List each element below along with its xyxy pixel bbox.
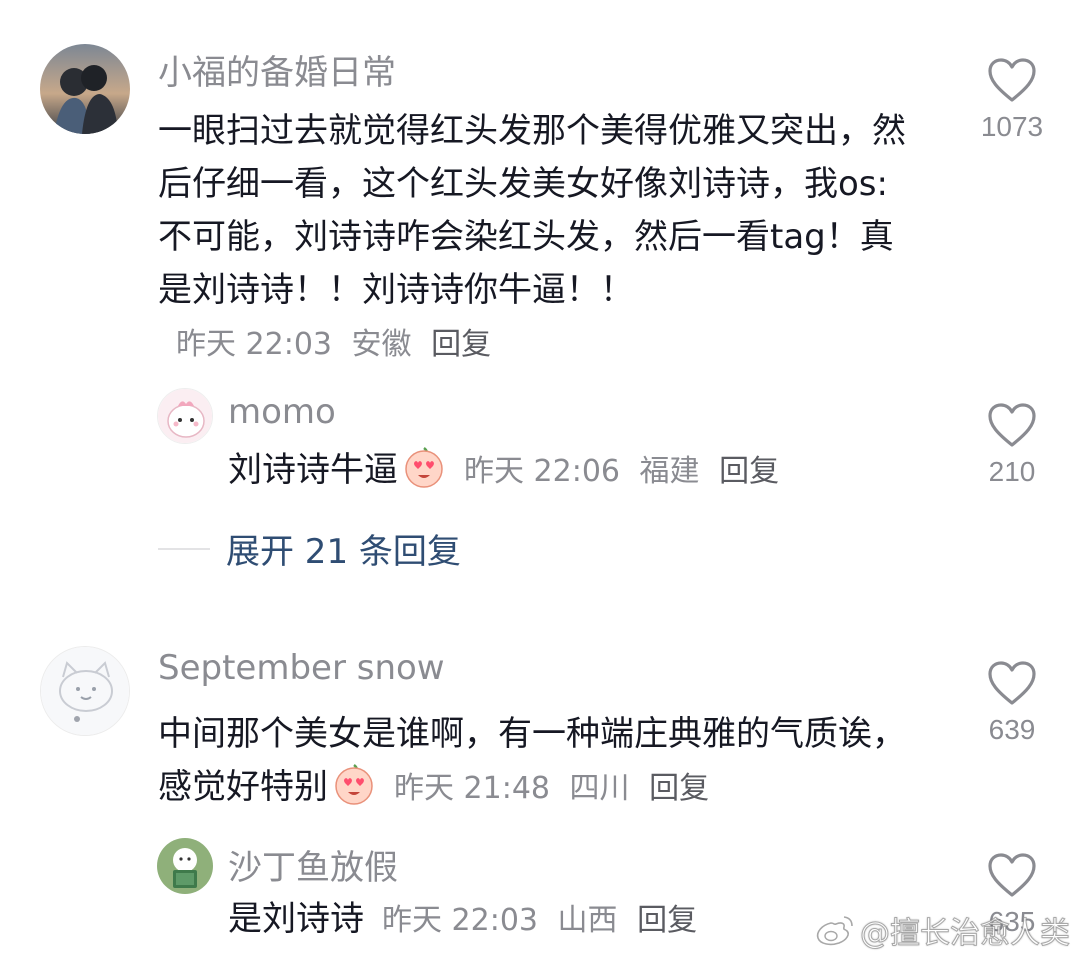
reply-time: 昨天 22:06 xyxy=(464,454,620,489)
avatar[interactable] xyxy=(157,838,213,894)
comment-username[interactable]: 小福的备婚日常 xyxy=(158,45,396,94)
expand-replies-label[interactable]: 展开 21 条回复 xyxy=(226,524,461,573)
comment-meta: 昨天 22:03 安徽 回复 xyxy=(176,327,491,362)
comment-location: 安徽 xyxy=(351,327,412,362)
watermark: @擅长治愈人类 xyxy=(814,908,1071,952)
like-button[interactable]: 639 xyxy=(957,660,1067,746)
heart-outline-icon xyxy=(988,661,1036,705)
like-button[interactable]: 1073 xyxy=(957,57,1067,143)
reply-meta: 昨天 22:06 福建 回复 xyxy=(464,454,779,489)
heart-eyes-emoji xyxy=(332,762,376,806)
reply-button[interactable]: 回复 xyxy=(637,903,697,938)
comment-location: 四川 xyxy=(569,771,630,806)
comment-time: 昨天 22:03 xyxy=(176,327,332,362)
reply-button[interactable]: 回复 xyxy=(649,771,709,806)
reply-time: 昨天 22:03 xyxy=(382,903,538,938)
comment-time: 昨天 21:48 xyxy=(394,771,550,806)
reply-button[interactable]: 回复 xyxy=(719,454,779,489)
reply-body: 是刘诗诗 昨天 22:03 山西 回复 xyxy=(228,893,848,947)
reply-meta: 昨天 22:03 山西 回复 xyxy=(382,903,697,938)
expand-replies-button[interactable]: 展开 21 条回复 xyxy=(158,524,461,573)
like-count: 210 xyxy=(988,456,1036,487)
like-count: 1073 xyxy=(980,111,1044,142)
heart-outline-icon xyxy=(988,853,1036,897)
reply-text: 是刘诗诗 xyxy=(228,899,364,939)
like-count: 639 xyxy=(988,714,1036,745)
reply-text: 刘诗诗牛逼 xyxy=(228,450,398,490)
heart-outline-icon xyxy=(988,403,1036,447)
reply-username[interactable]: momo xyxy=(228,392,336,432)
divider xyxy=(158,547,210,550)
comment-meta: 昨天 21:48 四川 回复 xyxy=(394,771,709,806)
comment-username[interactable]: September snow xyxy=(158,648,445,688)
heart-outline-icon xyxy=(988,58,1036,102)
reply-location: 福建 xyxy=(639,454,700,489)
comment-body: 中间那个美女是谁啊，有一种端庄典雅的气质诶，感觉好特别 昨天 21:48 四川 … xyxy=(158,708,918,815)
like-button[interactable]: 210 xyxy=(957,402,1067,488)
reply-body: 刘诗诗牛逼 昨天 22:06 福建 回复 xyxy=(228,444,928,498)
reply-location: 山西 xyxy=(557,903,618,938)
reply-username[interactable]: 沙丁鱼放假 xyxy=(228,840,398,889)
reply-button[interactable]: 回复 xyxy=(431,327,491,362)
weibo-logo-icon xyxy=(816,916,853,946)
avatar[interactable] xyxy=(40,44,130,134)
comment-body: 一眼扫过去就觉得红头发那个美得优雅又突出，然后仔细一看，这个红头发美女好像刘诗诗… xyxy=(158,105,918,371)
comment-text: 一眼扫过去就觉得红头发那个美得优雅又突出，然后仔细一看，这个红头发美女好像刘诗诗… xyxy=(158,111,906,310)
avatar[interactable] xyxy=(157,388,213,444)
avatar[interactable] xyxy=(40,646,130,736)
watermark-text: @擅长治愈人类 xyxy=(860,916,1071,952)
heart-eyes-emoji xyxy=(402,445,446,489)
